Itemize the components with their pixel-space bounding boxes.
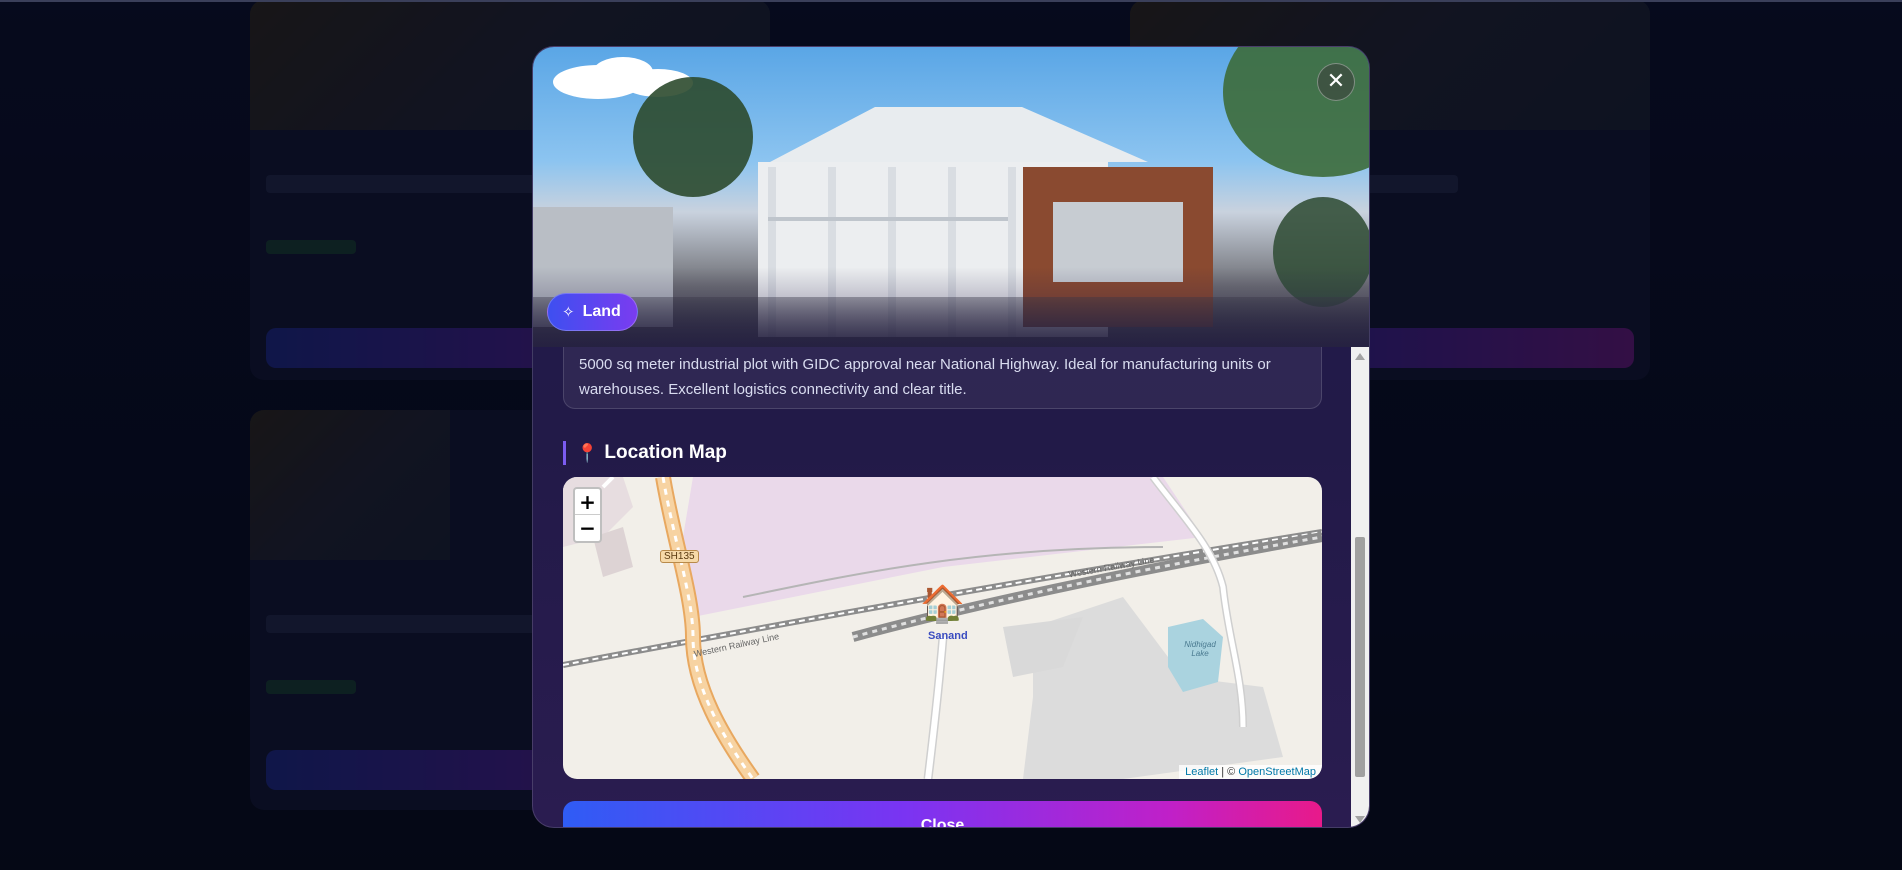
- pin-icon: 📍: [576, 442, 599, 464]
- property-modal: ✕ ✧ Land 5000 sq meter industrial plot w…: [532, 46, 1370, 828]
- zoom-out-button[interactable]: −: [575, 515, 600, 541]
- scrollbar-thumb[interactable]: [1355, 537, 1365, 777]
- zoom-control: + −: [573, 487, 602, 543]
- leaflet-link[interactable]: Leaflet: [1185, 766, 1218, 778]
- scroll-down-arrow-icon[interactable]: [1355, 816, 1365, 823]
- scrollbar[interactable]: [1351, 347, 1369, 827]
- marker-label: Sanand: [928, 630, 968, 642]
- property-image: [533, 47, 1369, 347]
- house-marker-icon[interactable]: 🏠: [920, 585, 965, 625]
- modal-scroll-area[interactable]: 5000 sq meter industrial plot with GIDC …: [533, 347, 1369, 827]
- road-label: SH135: [660, 550, 699, 563]
- description-box: 5000 sq meter industrial plot with GIDC …: [563, 347, 1322, 409]
- sparkles-icon: ✧: [562, 303, 575, 321]
- scroll-up-arrow-icon[interactable]: [1355, 353, 1365, 360]
- description-text: 5000 sq meter industrial plot with GIDC …: [579, 356, 1271, 398]
- zoom-in-button[interactable]: +: [575, 489, 600, 515]
- location-map-title: Location Map: [604, 442, 727, 463]
- category-badge: ✧ Land: [547, 293, 638, 331]
- osm-link[interactable]: OpenStreetMap: [1238, 766, 1316, 778]
- map-attribution: Leaflet | © OpenStreetMap: [1179, 765, 1322, 779]
- top-border: [0, 0, 1902, 2]
- close-button[interactable]: Close: [563, 801, 1322, 827]
- lake-label: Nidhigad Lake: [1184, 640, 1216, 658]
- location-map[interactable]: + − SH135 Western Railway Line Western R…: [563, 477, 1322, 779]
- close-icon[interactable]: ✕: [1317, 63, 1355, 101]
- category-label: Land: [582, 303, 621, 320]
- map-tiles: [563, 477, 1322, 779]
- attribution-separator: | ©: [1218, 766, 1239, 778]
- location-map-heading: 📍 Location Map: [563, 441, 727, 465]
